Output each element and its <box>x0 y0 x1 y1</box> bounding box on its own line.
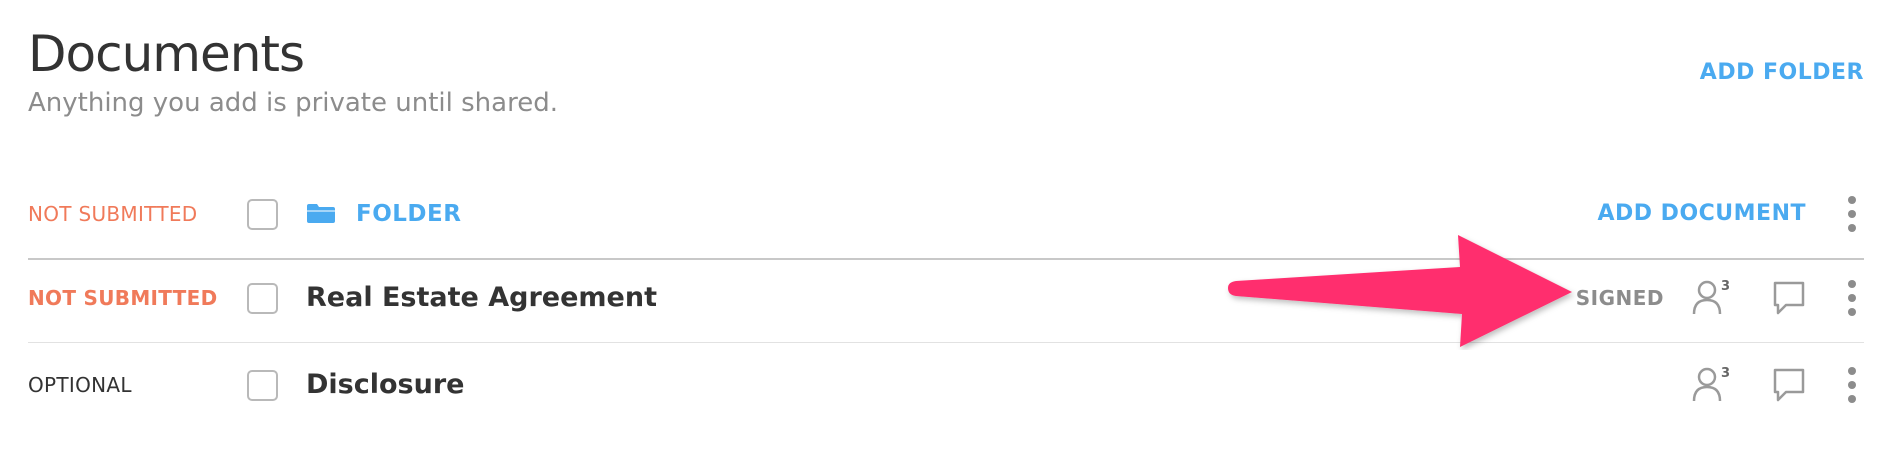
folder-kebab-menu-icon[interactable] <box>1840 196 1864 232</box>
people-icon[interactable]: 3 <box>1690 276 1734 320</box>
document-row[interactable]: OPTIONAL Disclosure 3 <box>28 341 1864 429</box>
document-name[interactable]: Disclosure <box>306 341 464 429</box>
document-kebab-menu-icon[interactable] <box>1840 367 1864 403</box>
comment-icon[interactable] <box>1772 367 1806 403</box>
folder-name[interactable]: FOLDER <box>356 170 461 258</box>
add-document-button[interactable]: ADD DOCUMENT <box>1597 170 1806 258</box>
page-title: Documents <box>28 25 305 83</box>
document-name[interactable]: Real Estate Agreement <box>306 254 657 342</box>
document-checkbox[interactable] <box>247 283 278 314</box>
document-kebab-menu-icon[interactable] <box>1840 280 1864 316</box>
documents-page: Documents Anything you add is private un… <box>0 0 1892 452</box>
document-status: OPTIONAL <box>28 373 132 397</box>
folder-icon <box>307 204 335 223</box>
page-subtitle: Anything you add is private until shared… <box>28 88 558 118</box>
document-status: NOT SUBMITTED <box>28 286 218 310</box>
participant-count: 3 <box>1721 279 1730 294</box>
folder-checkbox[interactable] <box>247 199 278 230</box>
folder-status: NOT SUBMITTED <box>28 202 198 226</box>
people-icon[interactable]: 3 <box>1690 363 1734 407</box>
add-folder-button[interactable]: ADD FOLDER <box>1700 60 1864 85</box>
comment-icon[interactable] <box>1772 280 1806 316</box>
annotation-arrow <box>1228 235 1572 347</box>
document-checkbox[interactable] <box>247 370 278 401</box>
participant-count: 3 <box>1721 366 1730 381</box>
